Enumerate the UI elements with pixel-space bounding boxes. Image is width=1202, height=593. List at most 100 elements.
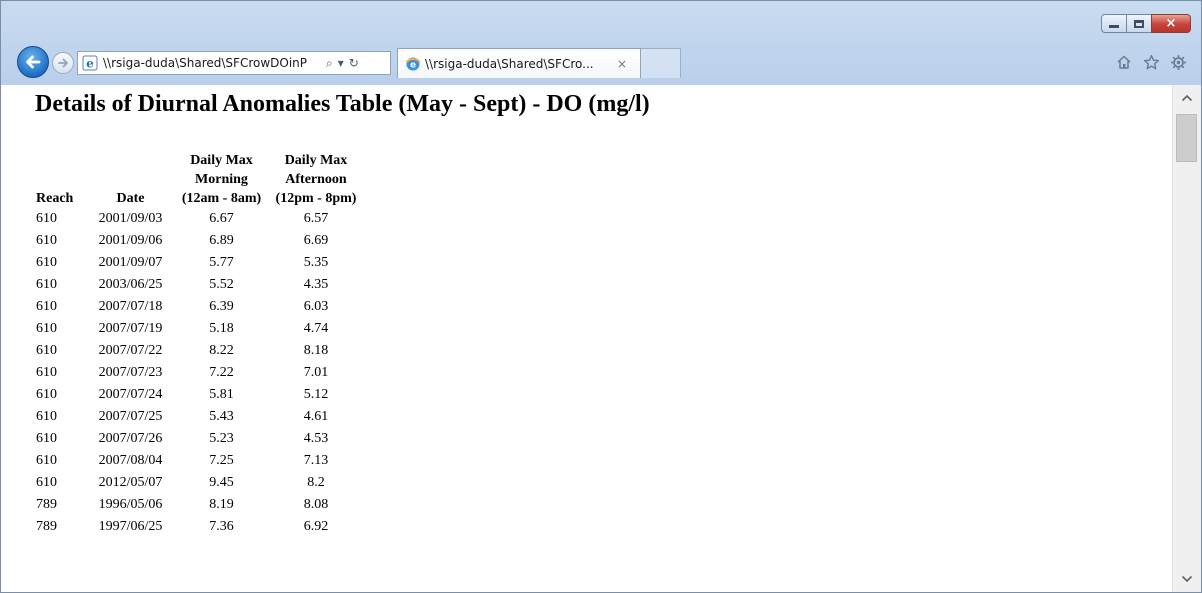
cell-morning-max: 6.89 [209,233,234,248]
minimize-icon [1109,25,1119,28]
cell-date: 1997/06/25 [98,519,163,534]
table-row: 610 2007/07/24 5.81 5.12 [36,384,364,406]
cell-reach: 610 [36,299,57,314]
forward-icon [58,58,68,68]
cell-morning-max: 5.77 [209,255,234,270]
cell-morning-max: 6.67 [209,211,234,226]
cell-date: 2001/09/06 [98,233,163,248]
home-icon [1117,55,1131,69]
svg-text:e: e [410,60,416,70]
cell-afternoon-max: 4.53 [303,431,329,446]
cell-morning-max: 5.23 [209,431,234,446]
maximize-icon [1134,19,1144,28]
address-bar[interactable]: e \\rsiga-duda\Shared\SFCrowDOinP ⌕ ▾ ↻ [77,51,391,75]
new-tab-button[interactable] [641,48,681,78]
cell-morning-max: 5.43 [209,409,234,424]
tab-active[interactable]: e \\rsiga-duda\Shared\SFCro... × [397,48,641,78]
cell-reach: 610 [36,453,57,468]
cell-date: 2003/06/25 [98,277,163,292]
header-line: (12pm - 8pm) [275,191,357,206]
cell-afternoon-max: 7.13 [303,453,329,468]
table-row: 610 2007/07/26 5.23 4.53 [36,428,364,450]
back-button[interactable] [17,46,49,78]
cell-date: 1996/05/06 [98,497,163,512]
cell-date: 2007/08/04 [98,453,163,468]
close-icon[interactable]: × [617,57,627,71]
search-icon[interactable]: ⌕ [326,56,333,71]
ie-icon: e [82,55,98,71]
cell-reach: 610 [36,211,57,226]
favorites-button[interactable] [1142,53,1160,71]
cell-date: 2001/09/03 [98,211,163,226]
toolbar-icons [1115,53,1187,71]
dropdown-icon[interactable]: ▾ [338,56,344,70]
cell-morning-max: 8.19 [209,497,234,512]
browser-chrome: × e \\rsiga-duda\Shared\SFCrowDOinP ⌕ ▾ … [1,1,1201,85]
close-window-button[interactable]: × [1151,14,1191,33]
cell-afternoon-max: 4.74 [303,321,329,336]
table-row: 610 2007/07/19 5.18 4.74 [36,318,364,340]
cell-date: 2007/07/24 [98,387,163,402]
cell-date: 2007/07/25 [98,409,163,424]
maximize-button[interactable] [1126,14,1152,33]
header-line: Afternoon [285,172,347,187]
table-row: 610 2001/09/07 5.77 5.35 [36,252,364,274]
table-row: 789 1997/06/25 7.36 6.92 [36,516,364,538]
cell-reach: 610 [36,365,57,380]
chevron-down-icon [1181,575,1193,583]
window-controls: × [1101,14,1191,34]
cell-morning-max: 5.81 [209,387,234,402]
cell-reach: 610 [36,277,57,292]
refresh-icon[interactable]: ↻ [349,56,359,70]
cell-reach: 610 [36,255,57,270]
cell-afternoon-max: 8.18 [303,343,329,358]
scrollbar-thumb[interactable] [1176,114,1197,162]
settings-gear-icon [1170,54,1186,70]
table-row: 610 2007/07/23 7.22 7.01 [36,362,364,384]
page-content: Details of Diurnal Anomalies Table (May … [2,85,1172,592]
cell-morning-max: 7.22 [209,365,234,380]
home-button[interactable] [1115,53,1133,71]
page-title: Details of Diurnal Anomalies Table (May … [35,91,650,117]
cell-reach: 610 [36,343,57,358]
cell-reach: 789 [36,519,57,534]
cell-morning-max: 9.45 [209,475,234,490]
cell-afternoon-max: 8.2 [307,475,325,490]
forward-button[interactable] [52,52,74,74]
scroll-up-button[interactable] [1173,87,1201,109]
back-icon [26,55,41,69]
cell-afternoon-max: 6.69 [303,233,329,248]
anomalies-table: Reach Date Daily Max Morning (12am - 8am… [36,151,364,538]
cell-date: 2007/07/19 [98,321,163,336]
cell-reach: 610 [36,409,57,424]
favorites-star-icon [1143,54,1159,69]
table-header-row: Reach Date Daily Max Morning (12am - 8am… [36,151,364,208]
scroll-down-button[interactable] [1173,568,1201,590]
ie-icon: e [405,57,421,70]
column-header-date: Date [116,191,145,206]
table-row: 610 2003/06/25 5.52 4.35 [36,274,364,296]
settings-button[interactable] [1169,53,1187,71]
cell-date: 2001/09/07 [98,255,163,270]
cell-reach: 610 [36,321,57,336]
cell-morning-max: 7.25 [209,453,234,468]
browser-window: × e \\rsiga-duda\Shared\SFCrowDOinP ⌕ ▾ … [0,0,1202,593]
cell-afternoon-max: 6.57 [303,211,329,226]
cell-afternoon-max: 5.35 [303,255,329,270]
cell-afternoon-max: 8.08 [303,497,329,512]
column-header-reach: Reach [36,191,74,206]
cell-afternoon-max: 5.12 [303,387,329,402]
vertical-scrollbar[interactable] [1172,85,1201,592]
table-row: 610 2007/07/22 8.22 8.18 [36,340,364,362]
table-row: 610 2012/05/07 9.45 8.2 [36,472,364,494]
header-line: (12am - 8am) [181,191,262,206]
table-row: 610 2001/09/06 6.89 6.69 [36,230,364,252]
cell-date: 2007/07/26 [98,431,163,446]
address-input[interactable]: \\rsiga-duda\Shared\SFCrowDOinP [103,56,321,70]
cell-morning-max: 5.18 [209,321,234,336]
cell-reach: 610 [36,431,57,446]
table-row: 610 2001/09/03 6.67 6.57 [36,208,364,230]
close-icon: × [1165,16,1177,31]
table-row: 610 2007/07/25 5.43 4.61 [36,406,364,428]
minimize-button[interactable] [1101,14,1127,33]
